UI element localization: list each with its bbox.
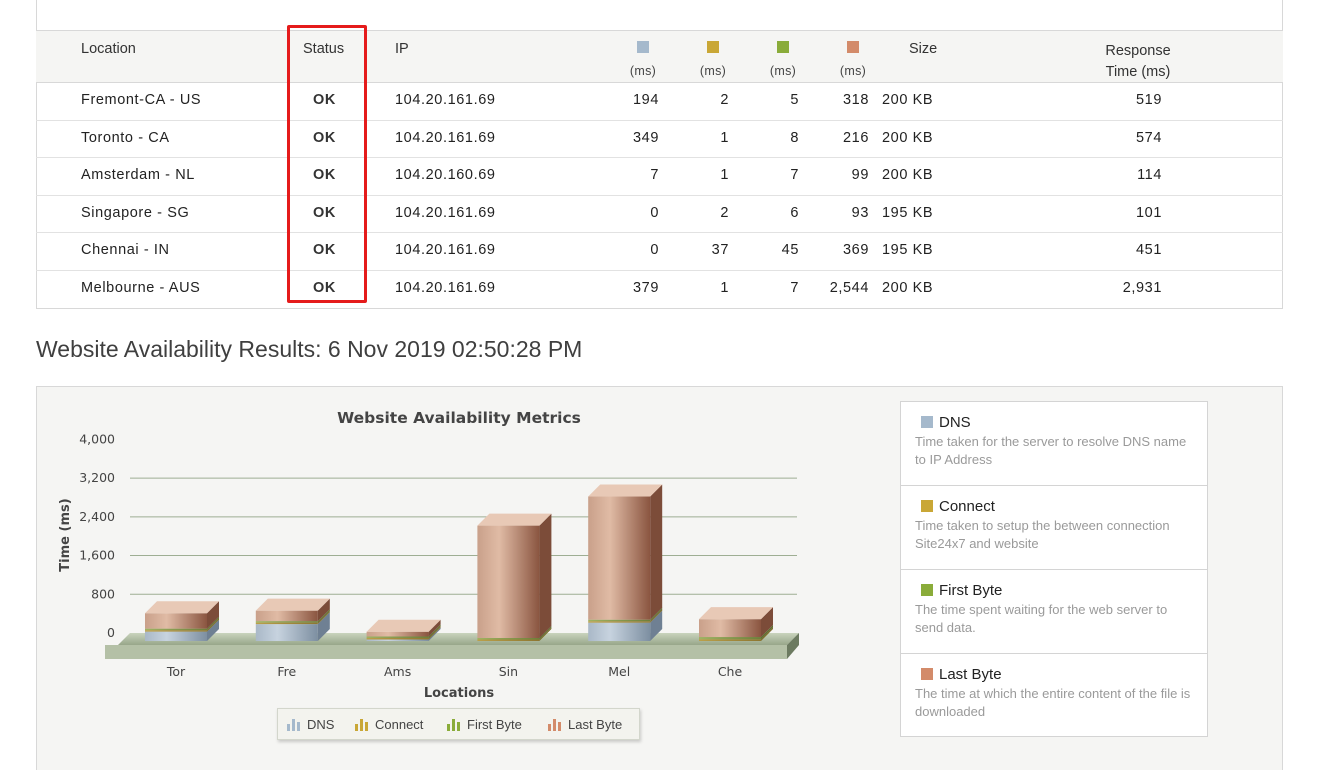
x-tick-label: Tor xyxy=(166,664,186,679)
metric-description-last-byte: Last Byte The time at which the entire c… xyxy=(901,654,1207,738)
y-tick-label: 4,000 xyxy=(79,431,115,446)
bar-connect[interactable] xyxy=(145,630,207,632)
bar-first-byte[interactable] xyxy=(255,621,318,623)
bar-last-byte[interactable] xyxy=(255,610,318,622)
bar-dns[interactable] xyxy=(145,631,207,641)
connect-color-swatch xyxy=(921,500,933,512)
chart-floor-top xyxy=(118,633,799,645)
bar-last-byte[interactable] xyxy=(699,619,761,638)
y-tick-label: 3,200 xyxy=(79,470,115,485)
metric-text: The time at which the entire content of … xyxy=(915,686,1191,719)
metric-title: Connect xyxy=(939,498,995,515)
row-size: 200 KB xyxy=(882,92,934,108)
legend-item-first-byte[interactable]: First Byte xyxy=(447,717,522,732)
metric-description-dns: DNS Time taken for the server to resolve… xyxy=(901,402,1207,486)
bar-last-byte[interactable] xyxy=(477,525,540,638)
bar-last-byte[interactable] xyxy=(145,613,207,629)
bar-connect[interactable] xyxy=(699,639,761,641)
bar-connect[interactable] xyxy=(477,639,540,642)
header-response-time-line2: Time (ms) xyxy=(1105,64,1171,80)
x-tick-label: Fre xyxy=(277,664,296,679)
bar-connect[interactable] xyxy=(588,621,651,623)
metric-text: Time taken to setup the between connecti… xyxy=(915,518,1170,551)
row-response-time: 101 xyxy=(1136,204,1162,221)
bar-dns[interactable] xyxy=(588,622,651,641)
legend-last-byte-label: Last Byte xyxy=(568,717,623,732)
bar-last-byte-side xyxy=(650,484,663,620)
chart-title: Website Availability Metrics xyxy=(337,409,581,427)
metric-title: DNS xyxy=(939,414,971,431)
row-size: 195 KB xyxy=(882,204,934,221)
metric-title: First Byte xyxy=(939,582,1003,599)
row-size: 200 KB xyxy=(882,129,934,146)
row-response-time: 574 xyxy=(1136,129,1162,146)
bar-first-byte[interactable] xyxy=(145,628,207,631)
row-size: 200 KB xyxy=(882,279,934,296)
first-byte-color-swatch xyxy=(921,584,933,596)
y-tick-label: 800 xyxy=(91,586,115,601)
bar-last-byte-side xyxy=(539,513,552,638)
bar-top xyxy=(366,619,441,632)
x-tick-label: Ams xyxy=(384,664,411,679)
dns-color-swatch xyxy=(921,416,933,428)
bar-chart-icon xyxy=(447,719,460,731)
bar-first-byte[interactable] xyxy=(477,638,540,640)
y-tick-label: 0 xyxy=(107,625,115,640)
bar-first-byte[interactable] xyxy=(699,637,761,640)
last-byte-color-swatch xyxy=(921,668,933,680)
bar-top xyxy=(477,513,552,526)
bar-top xyxy=(145,601,219,614)
row-response-time: 519 xyxy=(1136,92,1162,108)
bar-last-byte[interactable] xyxy=(366,631,429,637)
bar-top xyxy=(699,607,773,620)
bar-first-byte[interactable] xyxy=(588,619,651,622)
x-tick-label: Sin xyxy=(499,664,518,679)
legend-item-last-byte[interactable]: Last Byte xyxy=(548,717,622,732)
chart-legend: DNS Connect First Byte Last Byte xyxy=(277,708,640,740)
row-response-time: 114 xyxy=(1137,167,1162,183)
bar-dns[interactable] xyxy=(366,639,429,642)
bar-first-byte[interactable] xyxy=(366,636,429,639)
legend-connect-label: Connect xyxy=(375,717,424,732)
metric-description-connect: Connect Time taken to setup the between … xyxy=(901,486,1207,570)
legend-item-connect[interactable]: Connect xyxy=(355,717,423,732)
bar-dns[interactable] xyxy=(255,624,318,641)
header-response-time-line1: Response xyxy=(1105,43,1171,59)
bar-top xyxy=(588,484,663,497)
legend-first-byte-label: First Byte xyxy=(467,717,522,732)
y-tick-label: 1,600 xyxy=(79,548,115,563)
chart-ylabel: Time (ms) xyxy=(58,498,73,571)
legend-item-dns[interactable]: DNS xyxy=(287,717,334,732)
y-tick-label: 2,400 xyxy=(79,509,115,524)
row-size: 195 KB xyxy=(882,242,934,258)
legend-dns-label: DNS xyxy=(307,717,335,732)
metric-title: Last Byte xyxy=(939,666,1002,683)
bar-connect[interactable] xyxy=(366,638,429,640)
bar-connect[interactable] xyxy=(255,622,318,625)
bar-chart-icon xyxy=(548,719,561,731)
header-response-time: Response Time (ms) xyxy=(1088,41,1188,83)
bar-top xyxy=(255,598,330,611)
x-tick-label: Mel xyxy=(608,664,630,679)
header-size: Size xyxy=(909,41,938,57)
x-tick-label: Che xyxy=(718,664,743,679)
metric-description-first-byte: First Byte The time spent waiting for th… xyxy=(901,570,1207,654)
chart-xlabel: Locations xyxy=(424,686,495,701)
metric-text: The time spent waiting for the web serve… xyxy=(915,602,1168,635)
availability-chart: Website Availability Metrics Time (ms) L… xyxy=(58,409,799,701)
metric-descriptions: DNS Time taken for the server to resolve… xyxy=(900,401,1208,737)
row-response-time: 451 xyxy=(1136,242,1162,258)
metric-text: Time taken for the server to resolve DNS… xyxy=(915,434,1187,467)
bar-chart-icon xyxy=(287,719,300,731)
bar-last-byte[interactable] xyxy=(588,496,651,620)
bar-chart-icon xyxy=(355,719,368,731)
row-response-time: 2,931 xyxy=(1122,279,1162,296)
row-size: 200 KB xyxy=(882,167,934,183)
chart-floor-front xyxy=(105,645,787,659)
